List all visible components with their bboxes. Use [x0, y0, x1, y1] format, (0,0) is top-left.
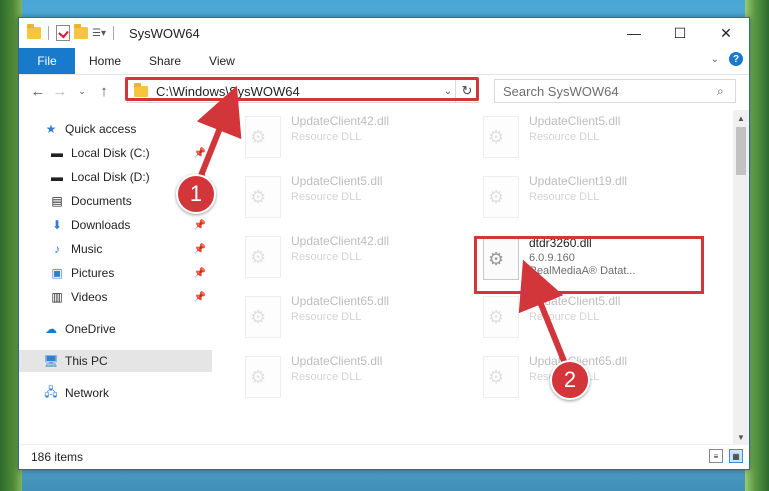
arrow-1 [196, 85, 242, 180]
arrow-2 [518, 259, 569, 368]
annotation-arrows [196, 85, 569, 368]
callout-two: 2 [550, 360, 590, 400]
callout-one: 1 [176, 174, 216, 214]
